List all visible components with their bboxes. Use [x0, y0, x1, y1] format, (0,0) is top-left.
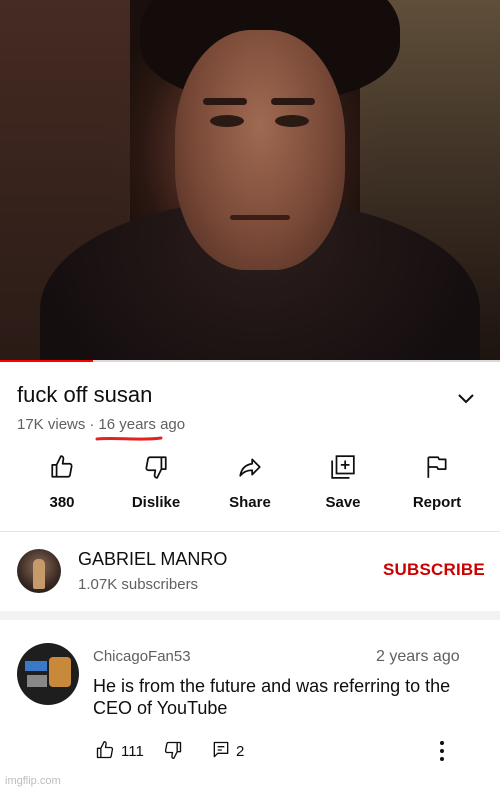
save-label: Save [325, 494, 361, 511]
video-person-eye [275, 115, 309, 127]
save-icon [331, 455, 355, 479]
divider [0, 531, 500, 532]
report-flag-icon [427, 456, 447, 478]
upload-age: 16 years ago [98, 416, 186, 433]
comment-text: He is from the future and was referring … [93, 676, 451, 718]
chevron-down-icon[interactable] [456, 389, 476, 409]
video-person-brow [271, 98, 315, 105]
video-action-bar: 380 Dislike Share Save Report [0, 454, 500, 524]
channel-avatar[interactable] [17, 549, 61, 593]
video-meta: 17K views · 16 years ago [17, 416, 185, 433]
avatar-graphic [27, 675, 47, 687]
share-label: Share [229, 494, 271, 511]
avatar-graphic [49, 657, 71, 687]
avatar-graphic [25, 661, 47, 671]
dislike-button[interactable]: Dislike [111, 454, 201, 511]
view-count: 17K views [17, 416, 86, 433]
like-icon [51, 455, 73, 478]
comment-time: 2 years ago [376, 648, 460, 665]
video-person-brow [203, 98, 247, 105]
report-button[interactable]: Report [392, 454, 482, 511]
save-button[interactable]: Save [298, 454, 388, 511]
comment-author[interactable]: ChicagoFan53 [93, 648, 191, 665]
like-icon[interactable] [95, 740, 115, 760]
more-vert-icon[interactable] [436, 740, 448, 762]
subscriber-count: 1.07K subscribers [78, 576, 199, 593]
dislike-label: Dislike [131, 494, 181, 511]
dislike-icon[interactable] [163, 740, 183, 760]
comment-actions: 111 2 [93, 740, 493, 762]
channel-name[interactable]: GABRIEL MANRO [78, 549, 227, 570]
like-count: 380 [49, 494, 75, 511]
reply-icon[interactable] [211, 740, 231, 760]
meta-separator: · [89, 416, 95, 433]
progress-bar[interactable] [0, 360, 93, 362]
share-icon [239, 458, 261, 477]
video-person-face [175, 30, 345, 270]
comment-like-count: 111 [121, 743, 144, 760]
watermark: imgflip.com [5, 775, 61, 787]
video-player[interactable] [0, 0, 500, 362]
subscribe-button[interactable]: SUBSCRIBE [383, 560, 485, 580]
video-title: fuck off susan [17, 382, 153, 407]
channel-avatar-figure [33, 559, 45, 589]
video-person-eye [210, 115, 244, 127]
report-label: Report [412, 494, 462, 511]
video-person-mouth [230, 215, 290, 220]
handdrawn-underline [95, 436, 163, 441]
share-button[interactable]: Share [205, 454, 295, 511]
dislike-icon [145, 456, 167, 479]
like-button[interactable]: 380 [17, 454, 107, 511]
comment-author-avatar[interactable] [17, 643, 79, 705]
section-divider [0, 611, 500, 620]
reply-count: 2 [236, 743, 245, 760]
